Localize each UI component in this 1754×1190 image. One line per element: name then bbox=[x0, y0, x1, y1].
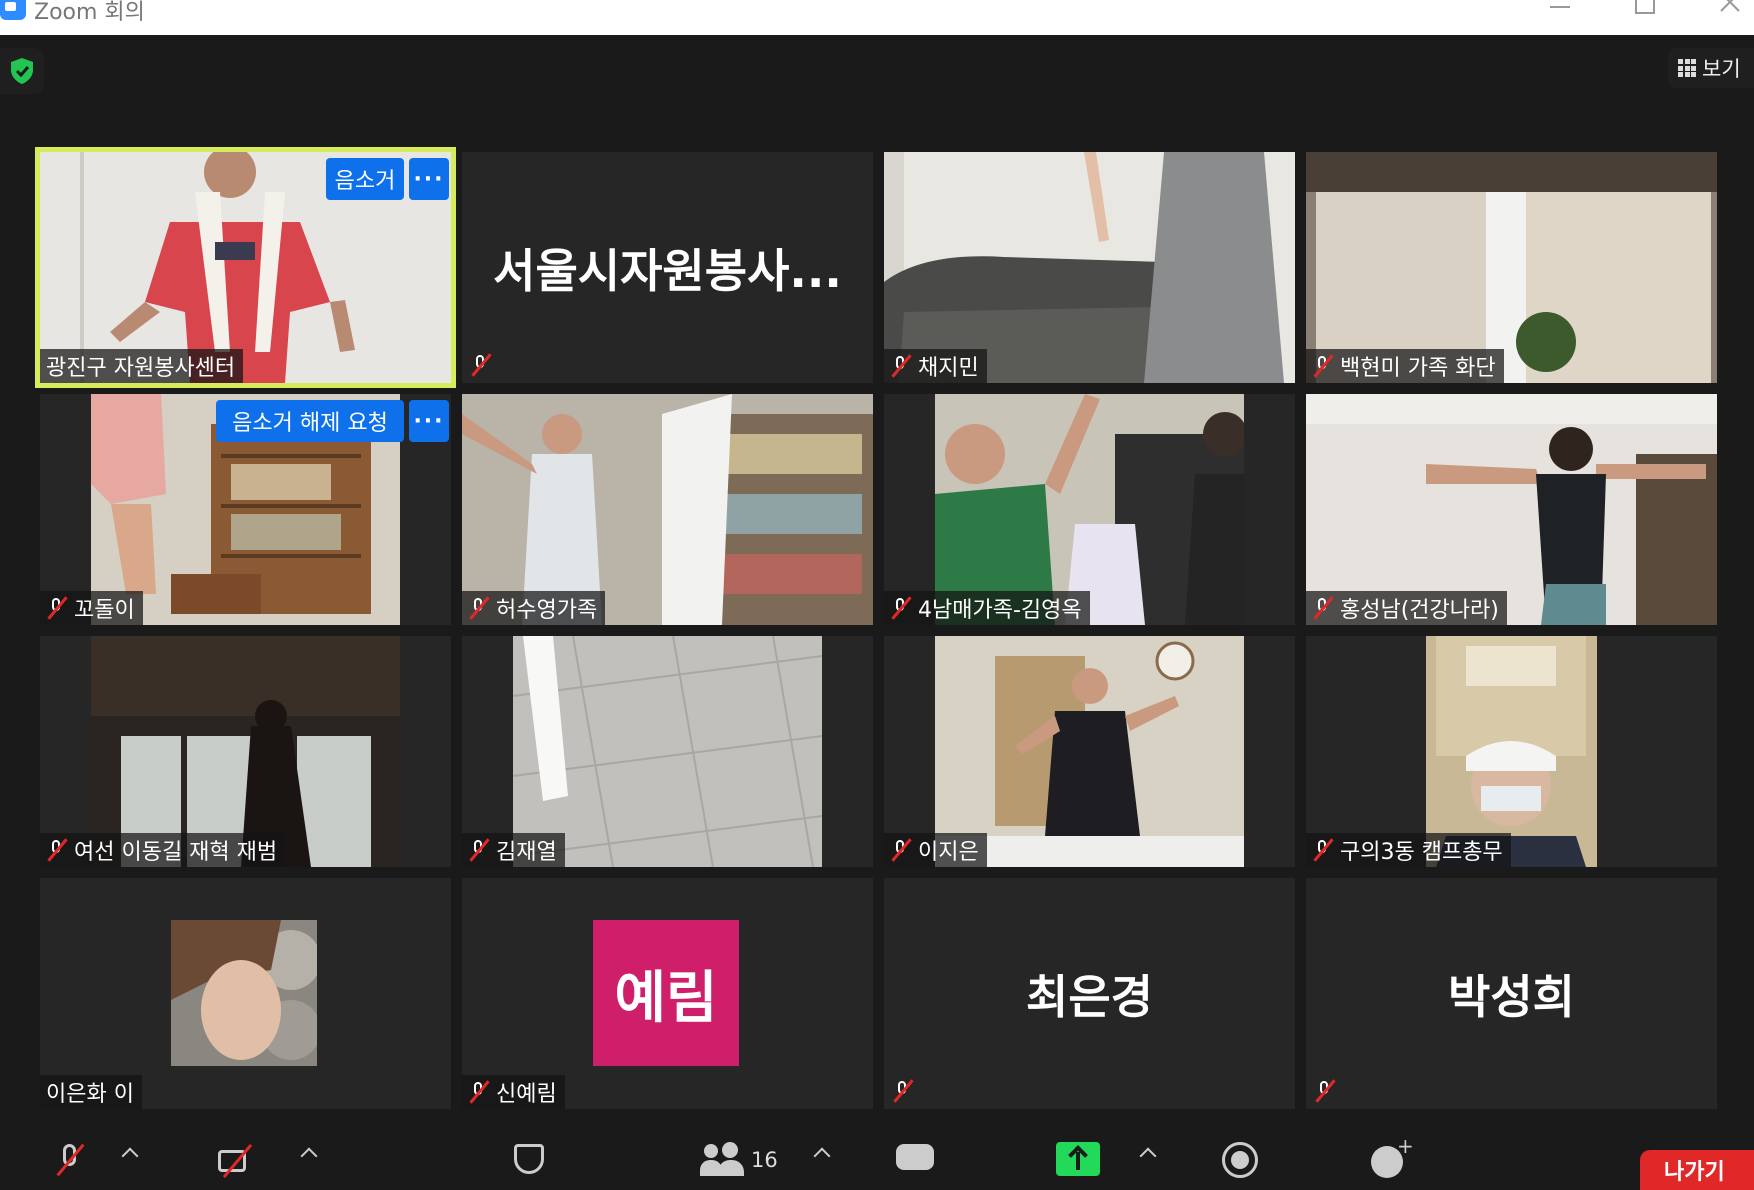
meeting-toolbar: 16 bbox=[0, 1134, 1754, 1178]
participants-icon[interactable] bbox=[700, 1142, 744, 1176]
video-tile[interactable]: 구의3동 캠프총무 bbox=[1306, 636, 1717, 867]
title-bar: Zoom 회의 bbox=[0, 0, 1754, 35]
minimize-icon bbox=[1550, 6, 1570, 8]
muted-mic-icon bbox=[892, 1079, 914, 1103]
video-tile[interactable]: 예림 신예림 bbox=[462, 878, 873, 1109]
participant-name-tag: 신예림 bbox=[462, 1075, 565, 1109]
muted-mic-icon bbox=[890, 596, 912, 620]
participant-name: 신예림 bbox=[496, 1082, 557, 1107]
participant-name-tag: 채지민 bbox=[884, 349, 987, 383]
participant-display-name: 서울시자원봉사... bbox=[493, 243, 842, 298]
participant-name-tag: 광진구 자원봉사센터 bbox=[40, 349, 244, 383]
video-tile[interactable]: 백현미 가족 화단 bbox=[1306, 152, 1717, 383]
participant-name-tag: 허수영가족 bbox=[462, 591, 606, 625]
close-button[interactable] bbox=[1710, 0, 1750, 22]
view-label: 보기 bbox=[1702, 57, 1741, 81]
participant-count: 16 bbox=[751, 1148, 778, 1172]
participant-name: 채지민 bbox=[918, 356, 979, 381]
video-tile[interactable]: 4남매가족-김영옥 bbox=[884, 394, 1295, 625]
maximize-button[interactable] bbox=[1625, 0, 1665, 22]
maximize-icon bbox=[1635, 0, 1655, 14]
participant-name: 4남매가족-김영옥 bbox=[918, 598, 1082, 623]
video-tile[interactable]: 김재열 bbox=[462, 636, 873, 867]
window-title: Zoom 회의 bbox=[34, 0, 145, 25]
video-tile[interactable]: 서울시자원봉사... bbox=[462, 152, 873, 383]
participant-name: 김재열 bbox=[496, 840, 557, 865]
muted-mic-icon bbox=[468, 1080, 490, 1104]
record-icon[interactable] bbox=[1222, 1142, 1258, 1178]
participant-display-name: 최은경 bbox=[1026, 969, 1153, 1024]
participant-name-tag: 이지은 bbox=[884, 833, 987, 867]
muted-mic-icon bbox=[1312, 354, 1334, 378]
zoom-camera-icon bbox=[0, 0, 26, 20]
participant-name-tag: 여선 이동길 재혁 재범 bbox=[40, 833, 286, 867]
participant-name: 꼬돌이 bbox=[74, 598, 135, 623]
participant-name-tag: 꼬돌이 bbox=[40, 591, 143, 625]
participant-name-tag: 4남매가족-김영옥 bbox=[884, 591, 1090, 625]
more-options-button[interactable]: ··· bbox=[409, 158, 449, 200]
video-tile[interactable]: 이은화 이 bbox=[40, 878, 451, 1109]
video-tile[interactable]: 음소거 해제 요청 ··· 꼬돌이 bbox=[40, 394, 451, 625]
participant-name-tag: 백현미 가족 화단 bbox=[1306, 349, 1504, 383]
participant-name-tag: 김재열 bbox=[462, 833, 565, 867]
muted-mic-icon bbox=[1314, 1079, 1336, 1103]
participants-options-chevron-icon[interactable] bbox=[813, 1147, 831, 1165]
leave-button[interactable]: 나가기 bbox=[1640, 1150, 1754, 1190]
participant-name: 백현미 가족 화단 bbox=[1340, 356, 1496, 381]
gallery-grid: 음소거 ··· 광진구 자원봉사센터 서울시자원봉사... 채지민 백현미 가족… bbox=[35, 147, 1717, 1109]
grid-icon bbox=[1678, 59, 1696, 77]
participant-name-tag: 홍성남(건강나라) bbox=[1306, 591, 1507, 625]
audio-options-chevron-icon[interactable] bbox=[121, 1147, 139, 1165]
muted-mic-icon bbox=[1312, 596, 1334, 620]
participant-name: 허수영가족 bbox=[496, 598, 598, 623]
video-tile[interactable]: 이지은 bbox=[884, 636, 1295, 867]
video-options-chevron-icon[interactable] bbox=[300, 1147, 318, 1165]
muted-mic-icon bbox=[46, 596, 68, 620]
share-screen-arrow-icon[interactable] bbox=[1056, 1142, 1100, 1176]
video-tile[interactable]: 홍성남(건강나라) bbox=[1306, 394, 1717, 625]
participant-name: 이은화 이 bbox=[46, 1082, 134, 1107]
participant-name: 여선 이동길 재혁 재범 bbox=[74, 840, 278, 865]
muted-mic-icon bbox=[468, 596, 490, 620]
muted-mic-icon bbox=[470, 353, 492, 377]
chat-icon[interactable] bbox=[896, 1142, 936, 1174]
participant-name-tag: 이은화 이 bbox=[40, 1075, 142, 1109]
shield-check-icon bbox=[11, 58, 33, 84]
muted-mic-icon bbox=[468, 838, 490, 862]
video-tile[interactable]: 채지민 bbox=[884, 152, 1295, 383]
video-tile[interactable]: 음소거 ··· 광진구 자원봉사센터 bbox=[35, 147, 456, 388]
share-options-chevron-icon[interactable] bbox=[1139, 1147, 1157, 1165]
security-shield-icon[interactable] bbox=[514, 1142, 544, 1176]
video-tile[interactable]: 여선 이동길 재혁 재범 bbox=[40, 636, 451, 867]
ask-to-unmute-button[interactable]: 음소거 해제 요청 bbox=[216, 400, 404, 442]
video-tile[interactable]: 허수영가족 bbox=[462, 394, 873, 625]
video-tile[interactable]: 최은경 bbox=[884, 878, 1295, 1109]
reactions-icon[interactable] bbox=[1371, 1134, 1414, 1178]
muted-mic-icon bbox=[890, 838, 912, 862]
security-status[interactable] bbox=[0, 48, 44, 94]
muted-mic-icon bbox=[1312, 838, 1334, 862]
view-button[interactable]: 보기 bbox=[1668, 48, 1754, 88]
muted-mic-icon[interactable] bbox=[52, 1142, 88, 1178]
minimize-button[interactable] bbox=[1540, 0, 1580, 22]
participant-avatar bbox=[171, 920, 317, 1066]
participant-name: 홍성남(건강나라) bbox=[1340, 598, 1499, 623]
muted-mic-icon bbox=[46, 838, 68, 862]
video-off-icon[interactable] bbox=[216, 1142, 262, 1176]
participant-name: 광진구 자원봉사센터 bbox=[46, 356, 236, 381]
participant-name: 이지은 bbox=[918, 840, 979, 865]
video-tile[interactable]: 박성희 bbox=[1306, 878, 1717, 1109]
more-options-button[interactable]: ··· bbox=[409, 400, 449, 442]
participant-avatar: 예림 bbox=[593, 920, 739, 1066]
participant-name: 구의3동 캠프총무 bbox=[1340, 840, 1503, 865]
close-icon bbox=[1720, 0, 1740, 12]
mute-participant-button[interactable]: 음소거 bbox=[326, 158, 404, 200]
participant-name-tag: 구의3동 캠프총무 bbox=[1306, 833, 1511, 867]
participant-display-name: 박성희 bbox=[1448, 969, 1575, 1024]
muted-mic-icon bbox=[890, 354, 912, 378]
